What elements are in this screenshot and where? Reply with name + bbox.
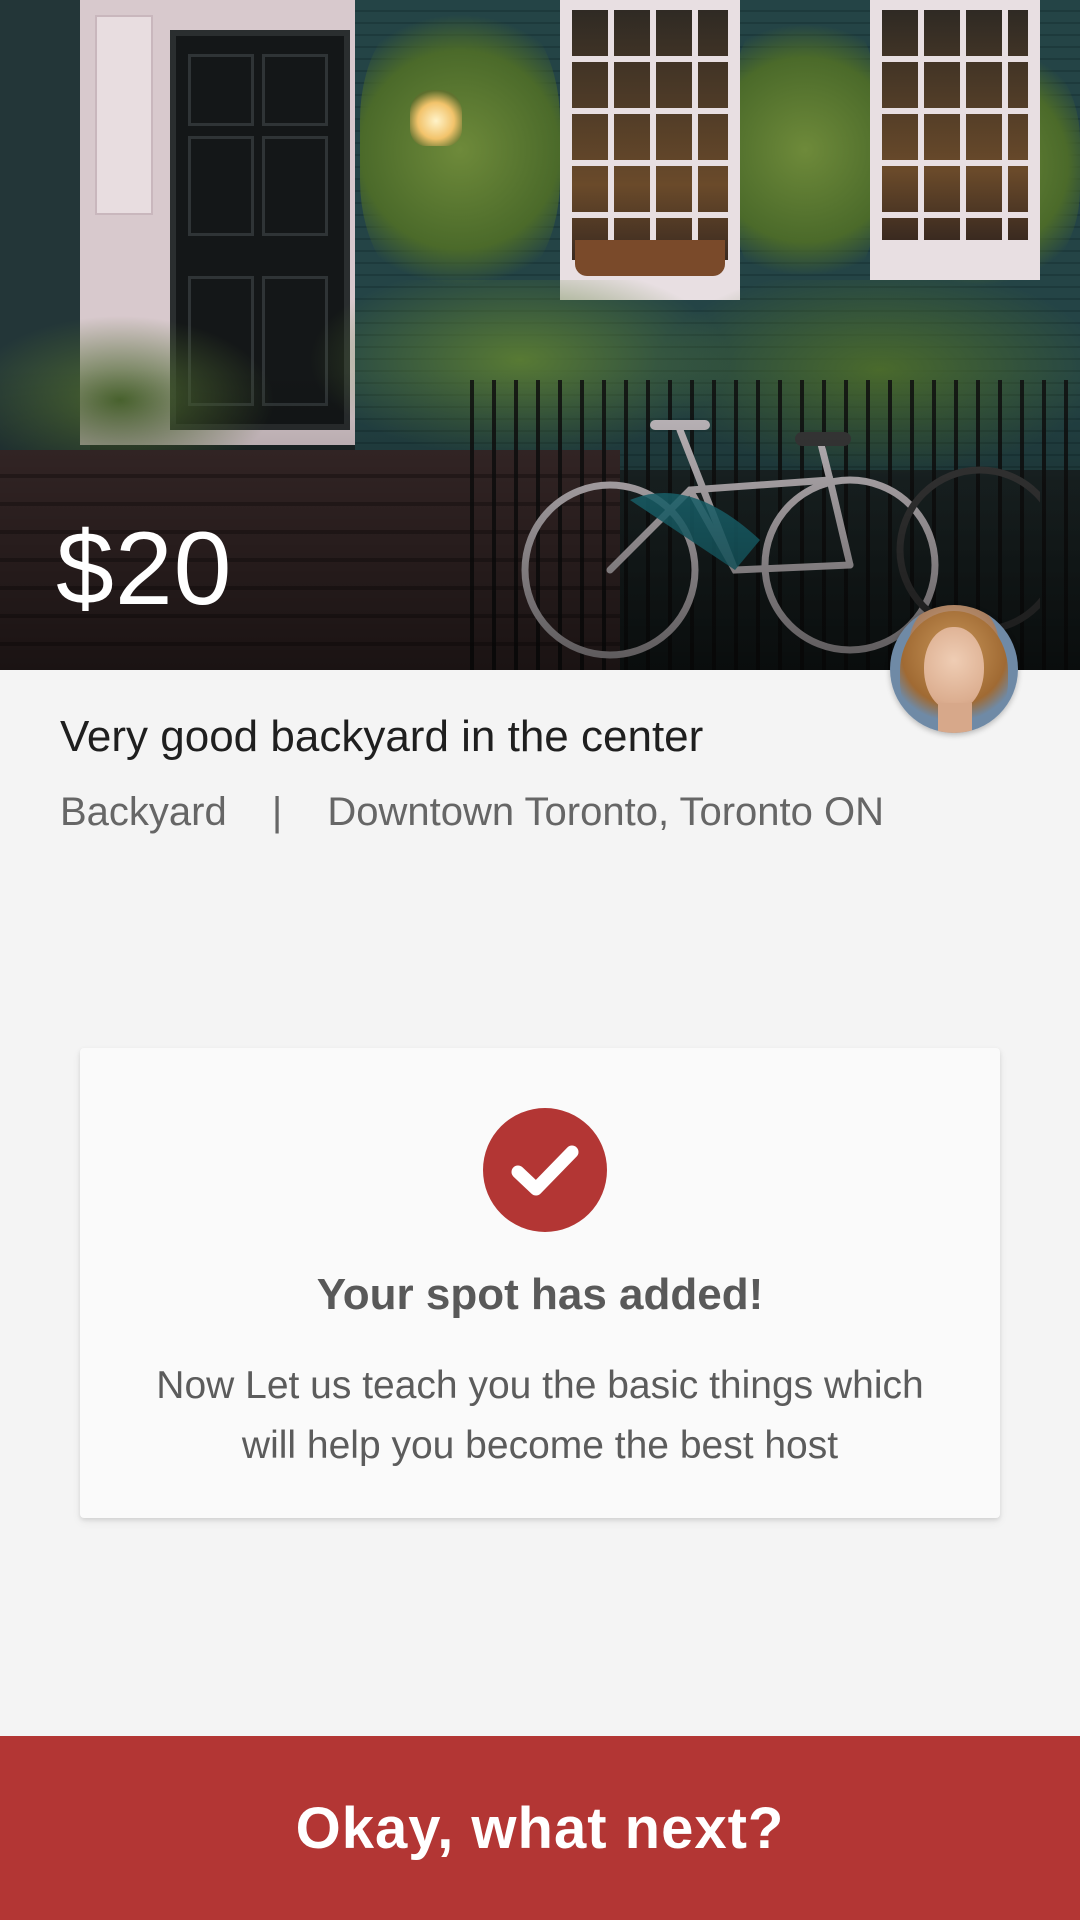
success-card: Your spot has added! Now Let us teach yo…	[80, 1048, 1000, 1518]
success-title: Your spot has added!	[316, 1270, 764, 1319]
spot-added-screen: ​	[0, 0, 1080, 1920]
meta-separator: |	[271, 790, 283, 834]
listing-type: Backyard	[60, 790, 227, 834]
listing-meta: Backyard | Downtown Toronto, Toronto ON	[60, 790, 1040, 835]
listing-price: $20	[56, 511, 233, 627]
success-message: Now Let us teach you the basic things wh…	[156, 1364, 924, 1467]
listing-title: Very good backyard in the center	[60, 712, 704, 761]
listing-location: Downtown Toronto, Toronto ON	[327, 790, 884, 834]
next-button[interactable]: Okay, what next?	[0, 1736, 1080, 1920]
checkmark-icon	[511, 1145, 579, 1196]
host-avatar[interactable]	[890, 605, 1018, 733]
check-circle-icon	[483, 1108, 607, 1232]
